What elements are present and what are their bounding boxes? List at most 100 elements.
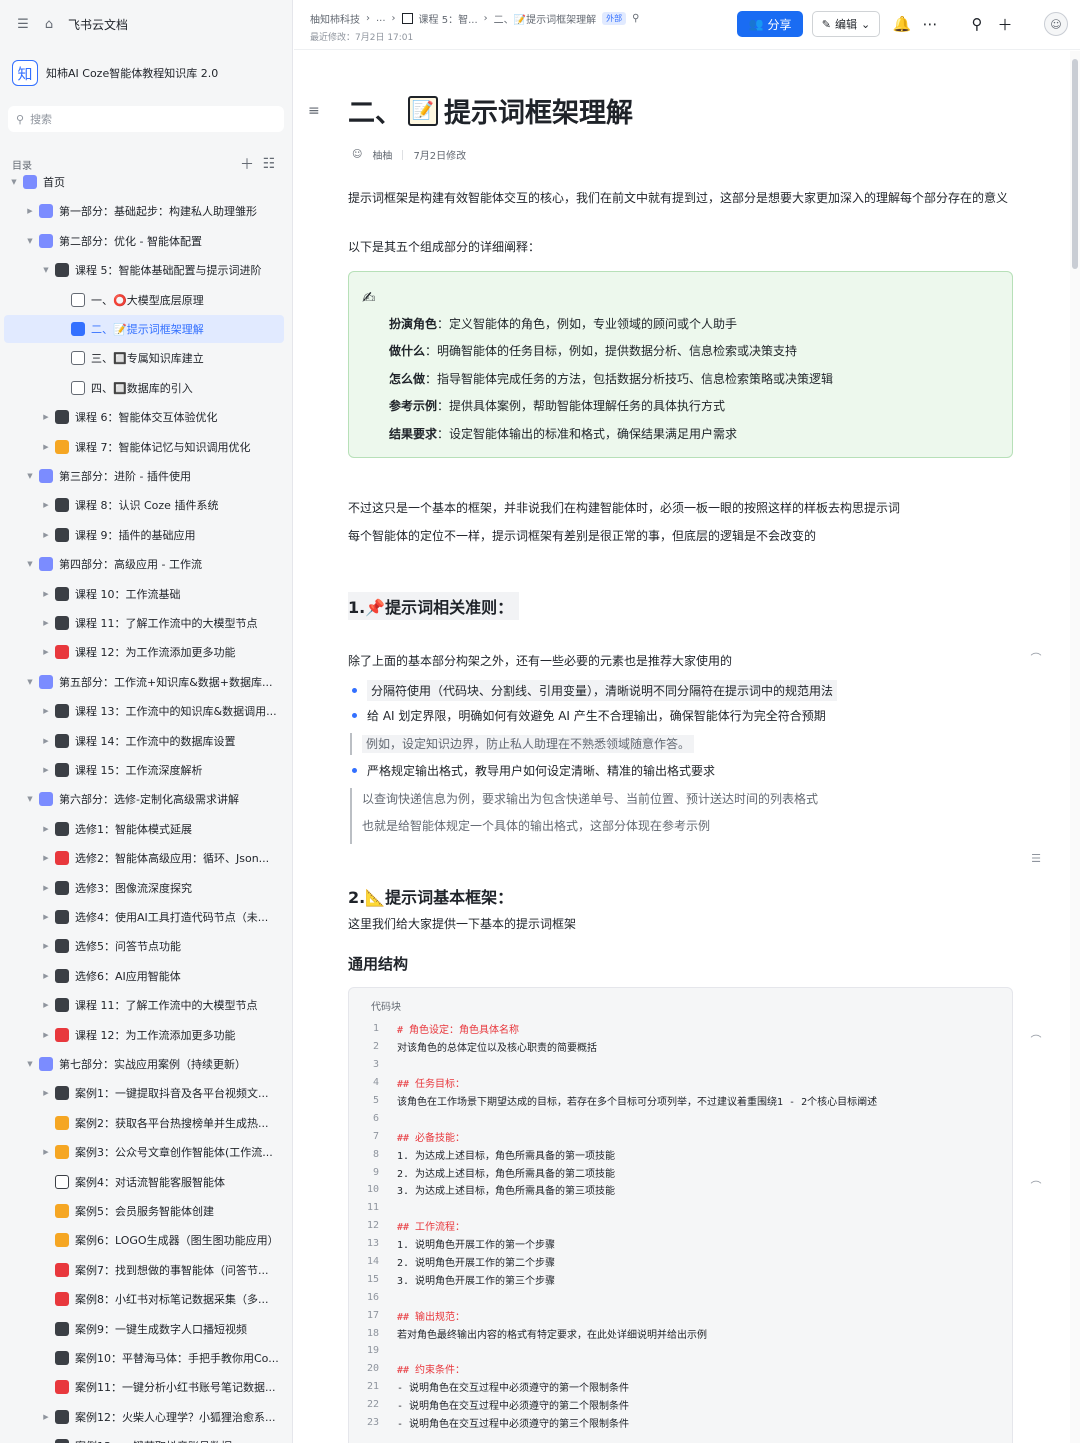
sidebar-item[interactable]: ▶ 课程 6：智能体交互体验优化 [4,403,284,431]
chevron-right-icon[interactable]: ▶ [40,854,52,862]
chevron-right-icon[interactable]: ▶ [40,1413,52,1421]
sidebar-item[interactable]: 案例10：平替海马体：手把手教你用Co... [4,1344,284,1372]
sidebar-item[interactable]: 二、📝提示词框架理解 [4,315,284,343]
sidebar-item[interactable]: ▶ 选修3：图像流深度探究 [4,874,284,902]
chevron-right-icon[interactable]: ▶ [40,413,52,421]
chevron-right-icon[interactable]: ▶ [40,1031,52,1039]
chevron-right-icon[interactable]: ▶ [40,648,52,656]
sidebar-item[interactable]: ▶ 案例1：一键提取抖音及各平台视频文... [4,1079,284,1107]
chevron-right-icon[interactable]: ▶ [40,1001,52,1009]
sidebar-item[interactable]: ▶ 选修4：使用AI工具打造代码节点（未... [4,903,284,931]
sidebar-item[interactable]: ▶ 案例3：公众号文章创作智能体(工作流... [4,1138,284,1166]
comment-margin-icon[interactable]: ☰ [1020,848,1052,868]
sidebar-item[interactable]: ▶ 课程 12：为工作流添加更多功能 [4,638,284,666]
collapse-sidebar-icon[interactable]: ☰ [16,17,30,32]
sidebar-item[interactable]: ▼ 第五部分：工作流+知识库&数据+数据库... [4,668,284,696]
sidebar-item[interactable]: 案例11：一键分析小红书账号笔记数据... [4,1373,284,1401]
code-text: 1. 说明角色开展工作的第一个步骤 [397,1240,556,1252]
sidebar-item[interactable]: ▼ 第四部分：高级应用 - 工作流 [4,550,284,578]
chevron-right-icon[interactable]: ▶ [40,825,52,833]
more-icon[interactable]: ⋯ [920,14,940,34]
chevron-right-icon[interactable]: ▶ [40,737,52,745]
sidebar-item[interactable]: 案例6：LOGO生成器（图生图功能应用） [4,1226,284,1254]
sidebar-item[interactable]: ▼ 首页 [4,168,284,196]
sidebar-item[interactable]: 案例8：小红书对标笔记数据采集（多... [4,1285,284,1313]
chevron-right-icon[interactable]: ▶ [40,972,52,980]
sidebar-item[interactable]: ▶ 选修6：AI应用智能体 [4,962,284,990]
search-icon[interactable]: ⚲ [967,14,987,34]
chevron-down-icon[interactable]: ▼ [24,795,36,803]
chevron-down-icon[interactable]: ▼ [24,1060,36,1068]
sidebar-item[interactable]: ▶ 选修2：智能体高级应用：循环、Json... [4,844,284,872]
outline-toggle-icon[interactable]: ≡ [308,103,320,119]
scrollbar[interactable] [1070,51,1080,1443]
code-block[interactable]: 代码块 1 # 角色设定：角色具体名称 2 对该角色的总体定位以及核心职责的简要概括 3… [348,987,1013,1443]
sidebar-item[interactable]: ▶ 第一部分：基础起步：构建私人助理雏形 [4,197,284,225]
comment-margin-icon[interactable]: ⌒ [1020,1030,1052,1050]
breadcrumb-item[interactable]: 课程 5：智... [419,11,478,26]
chevron-down-icon[interactable]: ▼ [24,472,36,480]
breadcrumb-item[interactable]: 柚知柿科技 [310,11,360,26]
comment-margin-icon[interactable]: ⌒ [1020,1176,1052,1196]
chevron-down-icon[interactable]: ▼ [8,178,20,186]
sidebar-item[interactable]: 案例7：找到想做的事智能体（问答节... [4,1256,284,1284]
sidebar-item[interactable]: ▶ 课程 11：了解工作流中的大模型节点 [4,991,284,1019]
chevron-right-icon[interactable]: ▶ [40,531,52,539]
chevron-down-icon[interactable]: ▼ [24,560,36,568]
edit-button[interactable]: ✎ 编辑 ⌄ [812,11,880,37]
chevron-right-icon[interactable]: ▶ [24,207,36,215]
sidebar-item[interactable]: ▶ 课程 7：智能体记忆与知识调用优化 [4,433,284,461]
home-label[interactable]: 飞书云文档 [68,16,128,33]
knowledge-base-header[interactable]: 知 知柿AI Coze智能体教程知识库 2.0 [0,48,292,98]
sidebar-item[interactable]: 案例9：一键生成数字人口播短视频 [4,1315,284,1343]
sidebar-item[interactable]: 案例2：获取各平台热搜榜单并生成热... [4,1109,284,1137]
chevron-right-icon[interactable]: ▶ [40,913,52,921]
sidebar-item[interactable]: 一、⭕大模型底层原理 [4,286,284,314]
share-button[interactable]: 👥 分享 [737,11,803,37]
chevron-right-icon[interactable]: ▶ [40,942,52,950]
chevron-down-icon[interactable]: ▼ [24,678,36,686]
sidebar-item[interactable]: ▶ 课程 15：工作流深度解析 [4,756,284,784]
comment-margin-icon[interactable]: ⌒ [1020,648,1052,668]
sidebar-item[interactable]: ▶ 选修1：智能体模式延展 [4,815,284,843]
sidebar-item[interactable]: ▼ 第三部分：进阶 - 插件使用 [4,462,284,490]
sidebar-item[interactable]: 三、🔲专属知识库建立 [4,344,284,372]
chevron-right-icon[interactable]: ▶ [40,884,52,892]
sidebar-item[interactable]: ▶ 课程 8：认识 Coze 插件系统 [4,491,284,519]
sidebar-item[interactable]: ▼ 第二部分：优化 - 智能体配置 [4,227,284,255]
sidebar-item[interactable]: 案例13：一键获取抖音账号数据 [4,1432,284,1443]
sidebar-item[interactable]: 案例4：对话流智能客服智能体 [4,1168,284,1196]
sidebar-item[interactable]: 案例5：会员服务智能体创建 [4,1197,284,1225]
sidebar-item[interactable]: ▶ 课程 9：插件的基础应用 [4,521,284,549]
chevron-right-icon[interactable]: ▶ [40,766,52,774]
chevron-right-icon[interactable]: ▶ [40,619,52,627]
avatar[interactable]: ☺ [1044,12,1068,36]
sidebar-item[interactable]: ▶ 课程 13：工作流中的知识库&数据调用... [4,697,284,725]
chevron-right-icon[interactable]: ▶ [40,1148,52,1156]
sidebar-item[interactable]: 四、🔲数据库的引入 [4,374,284,402]
sidebar-item[interactable]: ▼ 课程 5：智能体基础配置与提示词进阶 [4,256,284,284]
sidebar-item[interactable]: ▶ 课程 11：了解工作流中的大模型节点 [4,609,284,637]
chevron-right-icon[interactable]: ▶ [40,443,52,451]
breadcrumb-item[interactable]: ... [376,13,386,24]
author-name[interactable]: 柚柚 [372,147,392,162]
pin-icon[interactable]: ⚲ [632,13,639,24]
sidebar-item[interactable]: ▼ 第六部分：选修-定制化高级需求讲解 [4,785,284,813]
home-icon[interactable]: ⌂ [42,17,56,32]
sidebar-search-input[interactable]: ⚲ 搜索 [8,106,284,132]
bell-icon[interactable]: 🔔 [892,14,912,34]
chevron-down-icon[interactable]: ▼ [40,266,52,274]
sidebar-item[interactable]: ▶ 选修5：问答节点功能 [4,932,284,960]
plus-icon[interactable]: ＋ [995,14,1015,34]
sidebar-item[interactable]: ▶ 课程 14：工作流中的数据库设置 [4,727,284,755]
chevron-right-icon[interactable]: ▶ [40,707,52,715]
sidebar-item[interactable]: ▼ 第七部分：实战应用案例（持续更新） [4,1050,284,1078]
sidebar-item[interactable]: ▶ 案例12：火柴人心理学？小狐狸治愈系... [4,1403,284,1431]
sidebar-item[interactable]: ▶ 课程 12：为工作流添加更多功能 [4,1021,284,1049]
scrollbar-thumb[interactable] [1072,59,1078,269]
chevron-right-icon[interactable]: ▶ [40,590,52,598]
chevron-right-icon[interactable]: ▶ [40,501,52,509]
chevron-right-icon[interactable]: ▶ [40,1089,52,1097]
chevron-down-icon[interactable]: ▼ [24,237,36,245]
sidebar-item[interactable]: ▶ 课程 10：工作流基础 [4,580,284,608]
